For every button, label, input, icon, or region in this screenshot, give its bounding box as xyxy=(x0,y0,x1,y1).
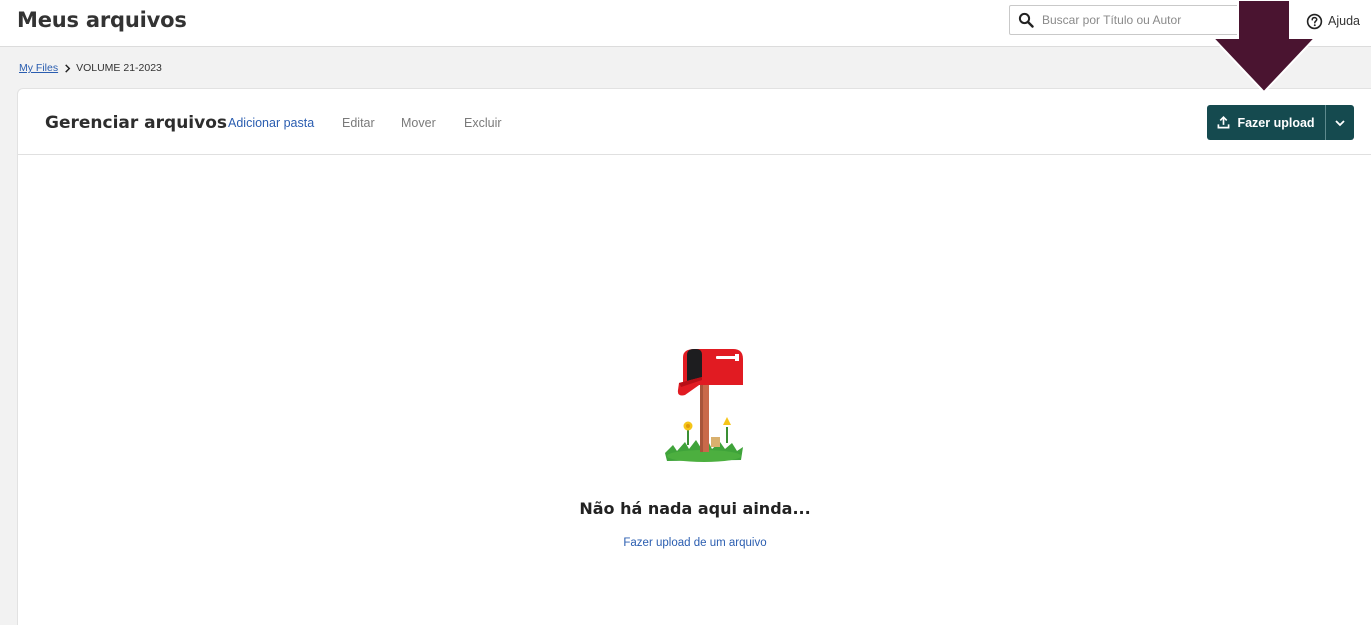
move-action[interactable]: Mover xyxy=(401,116,436,130)
upload-file-link[interactable]: Fazer upload de um arquivo xyxy=(623,537,766,549)
file-toolbar: Gerenciar arquivos Adicionar pasta Edita… xyxy=(18,89,1371,155)
upload-button-label: Fazer upload xyxy=(1237,115,1315,130)
upload-button-group: Fazer upload xyxy=(1207,105,1354,140)
help-label: Ajuda xyxy=(1328,14,1360,28)
upload-button[interactable]: Fazer upload xyxy=(1207,105,1325,140)
chevron-down-icon xyxy=(1335,119,1345,126)
upload-options-dropdown[interactable] xyxy=(1325,105,1354,140)
file-manager-panel: Gerenciar arquivos Adicionar pasta Edita… xyxy=(17,88,1371,625)
upload-icon xyxy=(1218,116,1230,129)
breadcrumb-my-files[interactable]: My Files xyxy=(19,62,58,74)
toolbar-title: Gerenciar arquivos xyxy=(45,113,228,133)
top-header: Meus arquivos Ajuda xyxy=(0,0,1371,47)
delete-action[interactable]: Excluir xyxy=(464,116,502,130)
breadcrumb-current: VOLUME 21-2023 xyxy=(76,62,162,74)
edit-action[interactable]: Editar xyxy=(342,116,375,130)
add-folder-link[interactable]: Adicionar pasta xyxy=(228,116,314,130)
empty-state-title: Não há nada aqui ainda... xyxy=(579,499,811,518)
help-link[interactable]: Ajuda xyxy=(1306,11,1360,31)
breadcrumb: My Files VOLUME 21-2023 xyxy=(19,62,162,74)
empty-state-link-row: Fazer upload de um arquivo xyxy=(18,533,1371,551)
page-title: Meus arquivos xyxy=(17,8,187,32)
help-circle-icon xyxy=(1306,13,1323,29)
mailbox-illustration xyxy=(665,349,743,462)
chevron-right-icon xyxy=(65,63,71,73)
search-box[interactable] xyxy=(1009,5,1281,35)
search-icon[interactable] xyxy=(1018,12,1034,28)
search-input[interactable] xyxy=(1042,10,1272,30)
